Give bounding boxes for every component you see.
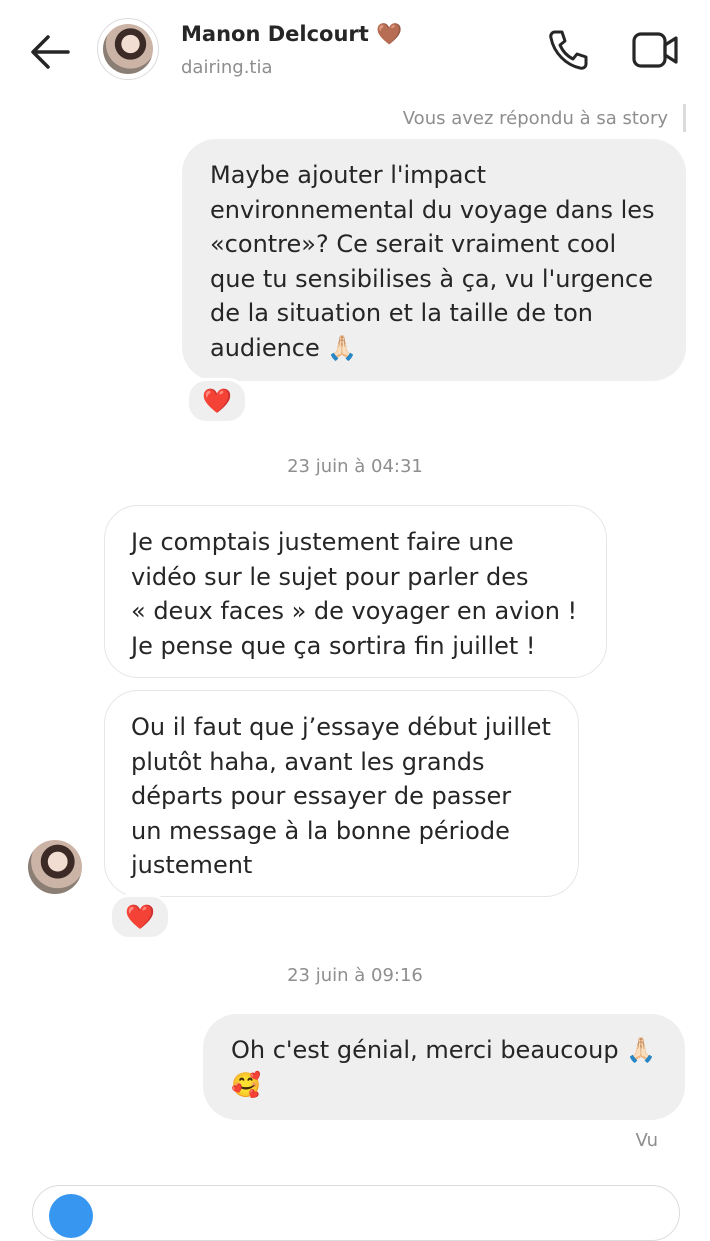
message-line: Je pense que ça sortira fin juillet ! (131, 631, 536, 660)
message-line: Ou il faut que j’essaye début juillet (131, 713, 551, 741)
phone-icon[interactable] (546, 28, 590, 72)
seen-status: Vu (635, 1130, 659, 1151)
heart-reaction[interactable]: ❤️ (186, 378, 248, 424)
message-line: Maybe ajouter l'impact (210, 161, 487, 189)
contact-name-text: Manon Delcourt (181, 22, 369, 46)
message-line: que tu sensibilises à ça, vu l'urgence (210, 264, 654, 293)
heart-icon: ❤️ (202, 387, 232, 415)
message-timestamp: 23 juin à 09:16 (287, 965, 423, 986)
video-call-icon[interactable] (630, 28, 680, 72)
story-reply-indicator (683, 104, 686, 132)
contact-username[interactable]: dairing.tia (181, 57, 273, 78)
incoming-message-bubble[interactable]: Je comptais justement faire une vidéo su… (104, 505, 607, 678)
brown-heart-emoji: 🤎 (376, 22, 403, 46)
outgoing-message-bubble[interactable]: Oh c'est génial, merci beaucoup 🙏🏻 🥰 (203, 1014, 685, 1120)
avatar[interactable] (103, 24, 153, 74)
message-line: un message à la bonne période (131, 816, 510, 845)
message-timestamp: 23 juin à 04:31 (287, 456, 423, 477)
outgoing-message-bubble[interactable]: Maybe ajouter l'impact environnemental d… (182, 139, 686, 381)
message-line: «contre»? Ce serait vraiment cool (210, 230, 617, 258)
story-reply-note: Vous avez répondu à sa story (402, 108, 668, 129)
message-line: Je comptais justement faire une (131, 528, 514, 556)
message-line: justement (131, 851, 253, 879)
message-line: plutôt haha, avant les grands (131, 747, 485, 776)
message-line: audience 🙏🏻 (210, 333, 358, 362)
heart-icon: ❤️ (125, 903, 155, 931)
message-line: « deux faces » de voyager en avion ! (131, 597, 578, 625)
incoming-message-bubble[interactable]: Ou il faut que j’essaye début juillet pl… (104, 690, 579, 897)
heart-reaction[interactable]: ❤️ (109, 894, 171, 940)
message-line: 🥰 (231, 1070, 261, 1099)
back-arrow-icon[interactable] (28, 32, 72, 72)
camera-icon[interactable] (49, 1194, 93, 1238)
contact-name[interactable]: Manon Delcourt 🤎 (181, 22, 402, 47)
message-line: départs pour essayer de passer (131, 782, 512, 810)
message-line: environnemental du voyage dans les (210, 195, 655, 224)
message-line: vidéo sur le sujet pour parler des (131, 562, 529, 591)
message-line: Oh c'est génial, merci beaucoup 🙏🏻 (231, 1036, 657, 1064)
message-composer[interactable] (32, 1185, 680, 1241)
message-line: de la situation et la taille de ton (210, 299, 593, 327)
sender-avatar[interactable] (28, 840, 82, 894)
chat-header: Manon Delcourt 🤎 dairing.tia (0, 0, 710, 100)
